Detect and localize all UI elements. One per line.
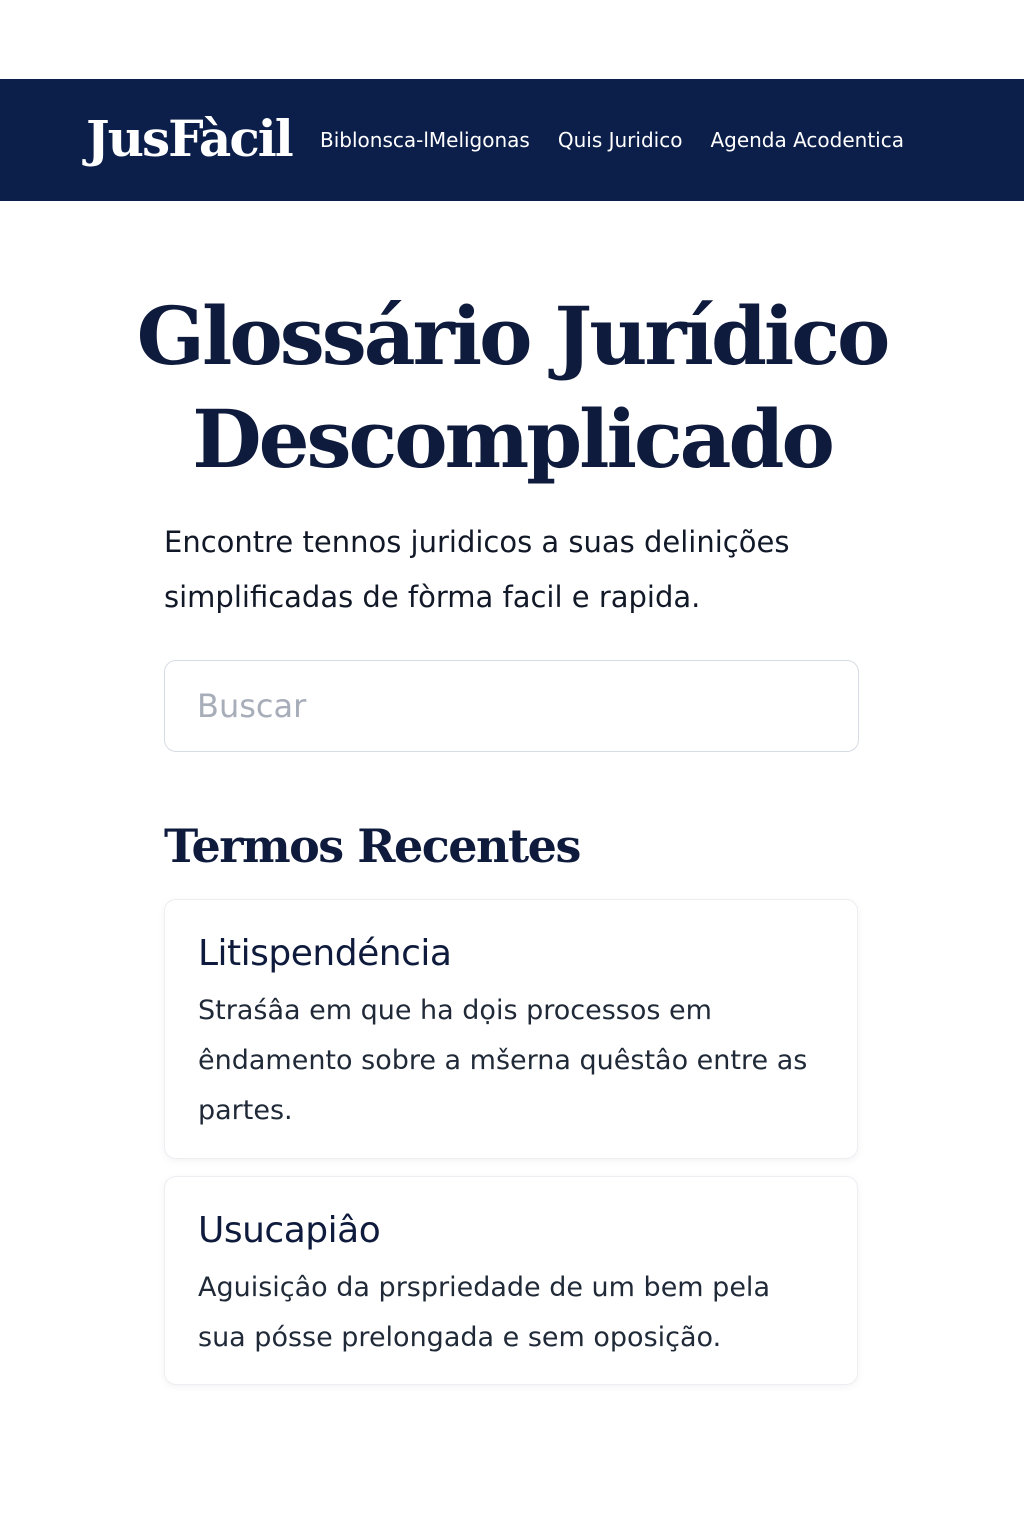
term-title: Usucapiâo: [198, 1210, 381, 1251]
page-title: Glossário Jurídico Descomplicado: [112, 285, 912, 491]
term-description: Straśâa em que ha dọis processos em ênda…: [198, 986, 825, 1136]
page-subtitle: Encontre tennos juridicos a suas deliniç…: [164, 515, 864, 625]
nav-link-agenda[interactable]: Agenda Acodentica: [710, 125, 904, 155]
page-title-line1: Glossário Jurídico: [136, 289, 891, 383]
term-card-usucapiao[interactable]: Usucapiâo Aguisiçâo da prspriedade de um…: [164, 1176, 858, 1385]
main-nav: Biblonsca-lMeligonas Quis Juridico Agend…: [320, 125, 904, 155]
term-description: Aguisiçâo da prspriedade de um bem pela …: [198, 1263, 825, 1363]
term-title: Litispendéncia: [198, 933, 452, 974]
search-input[interactable]: [164, 660, 859, 752]
top-nav-bar: JusFàcil Biblonsca-lMeligonas Quis Jurid…: [0, 79, 1024, 201]
term-description-line: Straśâa em que ha dọis processos em: [198, 995, 712, 1026]
site-logo[interactable]: JusFàcil: [86, 109, 294, 169]
term-description-line: Aguisiçâo da prspriedade de um bem pela: [198, 1272, 770, 1303]
nav-link-biblioteca[interactable]: Biblonsca-lMeligonas: [320, 125, 530, 155]
nav-link-quiz[interactable]: Quis Juridico: [558, 125, 683, 155]
page-subtitle-line1: Encontre tennos juridicos a suas deliniç…: [164, 525, 790, 559]
term-description-line: êndamento sobre a mšerna quêstâo entre a…: [198, 1045, 808, 1076]
term-description-line: sua pósse prelongada e sem oposição.: [198, 1322, 722, 1353]
recent-terms-heading: Termos Recentes: [164, 819, 581, 873]
term-description-line: partes.: [198, 1095, 293, 1126]
term-card-litispendencia[interactable]: Litispendéncia Straśâa em que ha dọis pr…: [164, 899, 858, 1159]
page-subtitle-line2: simplificadas de fòrma facil e rapida.: [164, 580, 701, 614]
page-title-line2: Descomplicado: [192, 392, 835, 486]
